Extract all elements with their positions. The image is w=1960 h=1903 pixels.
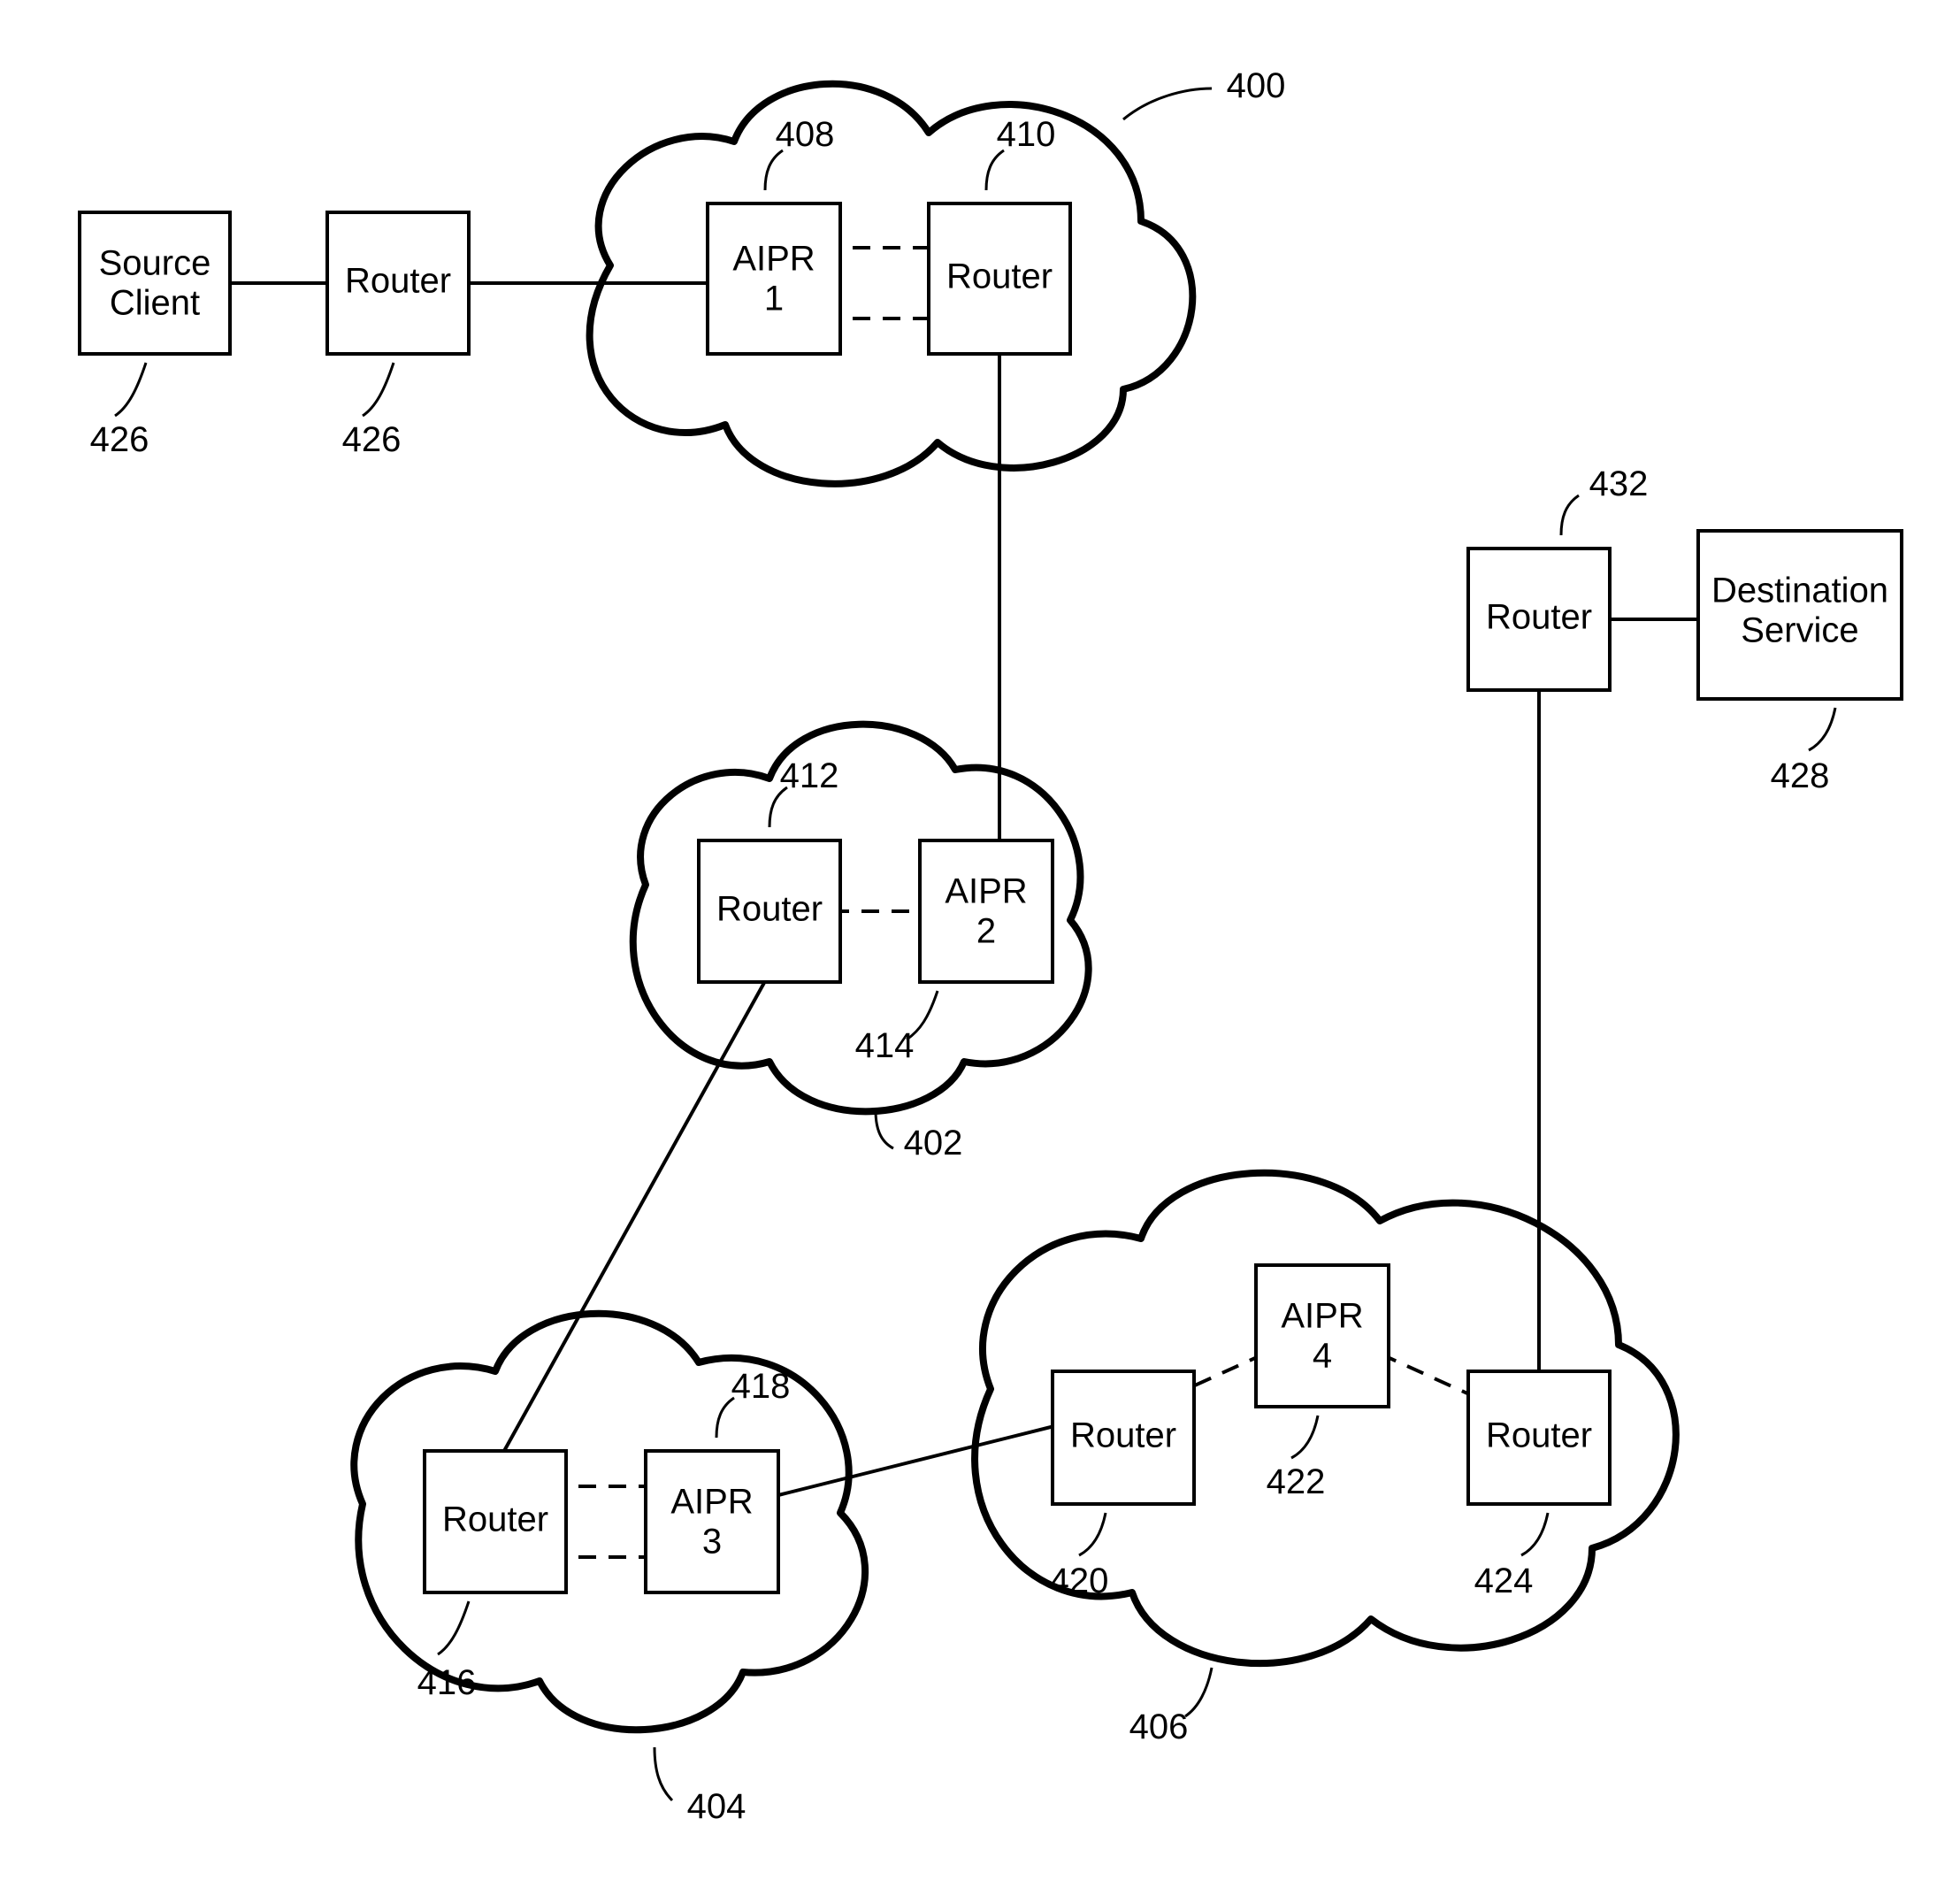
ref-426b: 426 bbox=[342, 420, 402, 459]
leader bbox=[115, 363, 146, 416]
leader bbox=[1291, 1416, 1318, 1458]
leader bbox=[1521, 1513, 1548, 1555]
aipr3-label-2: 3 bbox=[702, 1523, 722, 1562]
ref-402: 402 bbox=[904, 1124, 963, 1163]
ref-420: 420 bbox=[1050, 1562, 1109, 1600]
ref-426a: 426 bbox=[90, 420, 149, 459]
ref-410: 410 bbox=[997, 115, 1056, 154]
link bbox=[778, 1424, 1061, 1495]
leader bbox=[986, 150, 1004, 190]
ref-406: 406 bbox=[1129, 1707, 1189, 1746]
aipr4-label-1: AIPR bbox=[1281, 1297, 1363, 1336]
leader bbox=[1809, 708, 1835, 750]
router-416-label: Router bbox=[442, 1500, 548, 1539]
aipr1-label-1: AIPR bbox=[732, 240, 815, 279]
aipr1-label-2: 1 bbox=[764, 280, 784, 318]
router-src-label: Router bbox=[345, 262, 451, 301]
router-412-label: Router bbox=[716, 890, 823, 929]
router-424-label: Router bbox=[1486, 1416, 1592, 1455]
leader bbox=[876, 1110, 893, 1148]
ref-412: 412 bbox=[780, 756, 839, 795]
leader bbox=[1185, 1668, 1212, 1716]
destination-label-2: Service bbox=[1741, 611, 1858, 650]
aipr2-label-1: AIPR bbox=[945, 872, 1027, 911]
ref-404: 404 bbox=[687, 1787, 746, 1826]
leader bbox=[765, 150, 783, 190]
leader bbox=[655, 1747, 672, 1800]
ref-408: 408 bbox=[776, 115, 835, 154]
router-420-label: Router bbox=[1070, 1416, 1176, 1455]
ref-428: 428 bbox=[1771, 756, 1830, 795]
aipr3-label-1: AIPR bbox=[670, 1483, 753, 1522]
ref-414: 414 bbox=[855, 1026, 915, 1065]
ref-418: 418 bbox=[731, 1367, 791, 1406]
ref-432: 432 bbox=[1589, 464, 1649, 503]
router-432-label: Router bbox=[1486, 598, 1592, 637]
ref-400: 400 bbox=[1227, 66, 1286, 105]
aipr2-label-2: 2 bbox=[976, 912, 996, 951]
router-410-label: Router bbox=[946, 257, 1053, 296]
ref-416: 416 bbox=[417, 1663, 477, 1702]
source-client-label-2: Client bbox=[110, 284, 200, 323]
source-client-label-1: Source bbox=[99, 244, 211, 283]
leader bbox=[363, 363, 394, 416]
link-dash bbox=[1380, 1354, 1477, 1398]
leader bbox=[438, 1601, 469, 1654]
ref-422: 422 bbox=[1267, 1462, 1326, 1501]
link bbox=[504, 973, 769, 1451]
leader bbox=[1079, 1513, 1106, 1555]
leader bbox=[1123, 88, 1212, 119]
leader bbox=[1561, 495, 1579, 535]
network-diagram: Source Client Router AIPR 1 Router Route… bbox=[0, 0, 1960, 1903]
ref-424: 424 bbox=[1474, 1562, 1534, 1600]
aipr4-label-2: 4 bbox=[1313, 1337, 1332, 1376]
destination-label-1: Destination bbox=[1711, 572, 1888, 610]
